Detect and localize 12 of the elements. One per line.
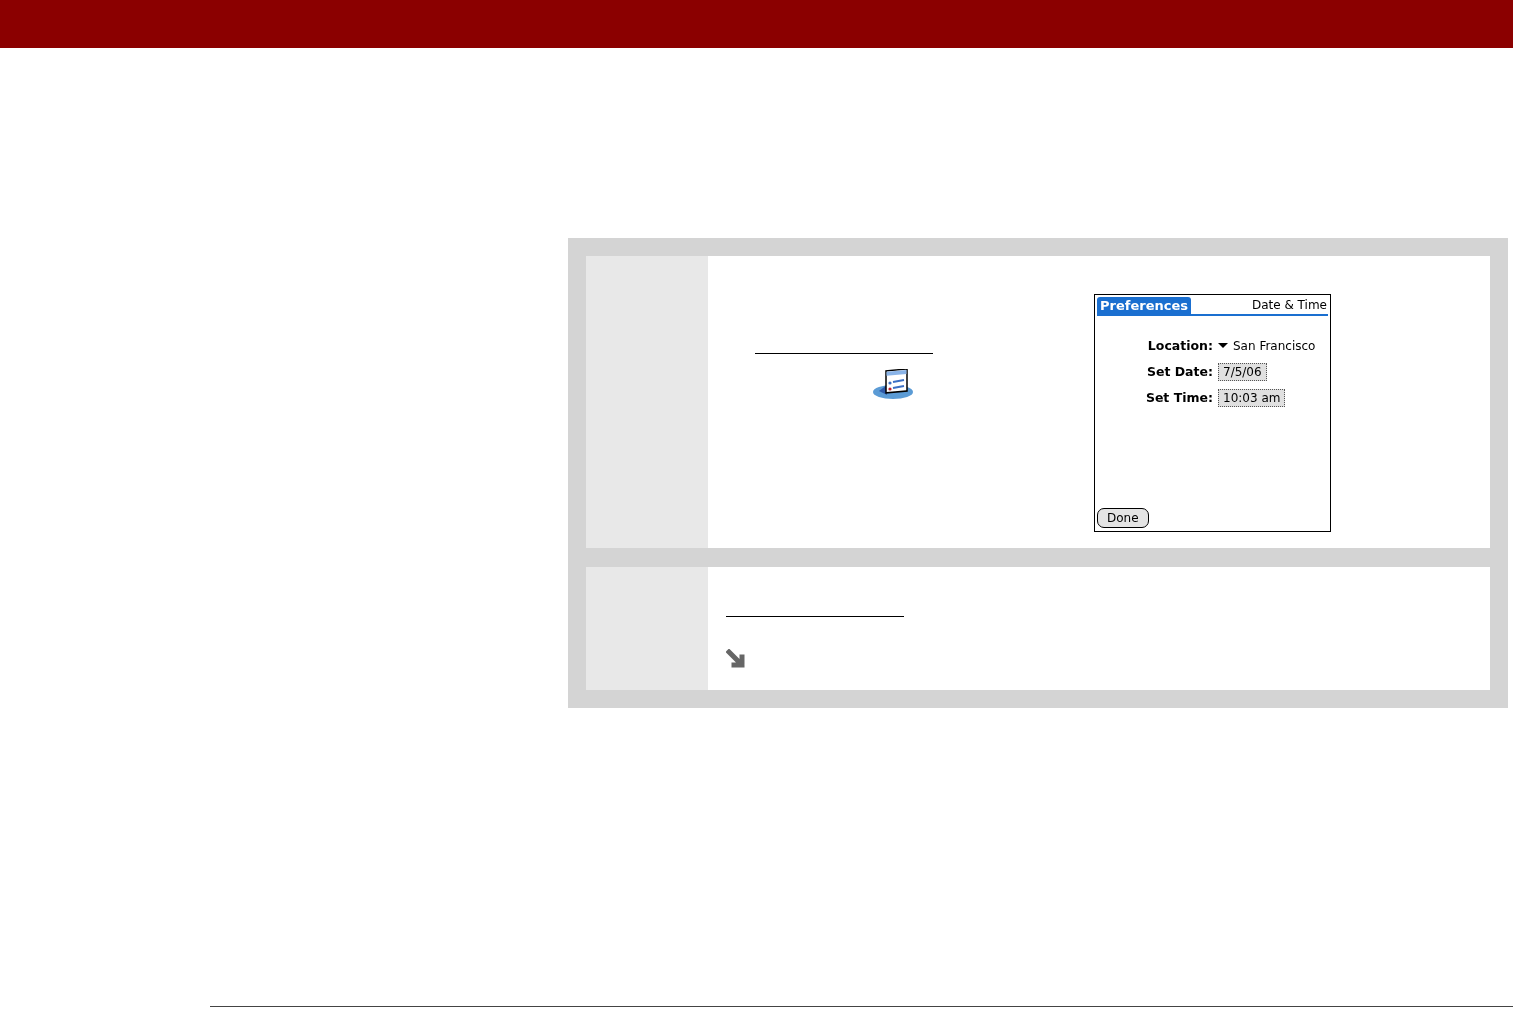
date-time-selector[interactable]: 10:03 am xyxy=(1218,388,1286,407)
field-label: Set Time: xyxy=(1144,389,1213,407)
dropdown-triangle-icon xyxy=(1218,343,1228,348)
screen-title: Date & Time xyxy=(1251,298,1328,314)
field-label: Location: xyxy=(1146,337,1213,355)
field-label: Set Date: xyxy=(1145,363,1213,381)
app-title: Preferences xyxy=(1097,297,1191,314)
location-dropdown[interactable]: San Francisco xyxy=(1218,338,1316,353)
arrow-icon xyxy=(726,649,748,670)
preferences-app-icon xyxy=(873,369,915,401)
done-button[interactable]: Done xyxy=(1097,508,1149,528)
date-time-selector[interactable]: 7/5/06 xyxy=(1218,362,1267,381)
